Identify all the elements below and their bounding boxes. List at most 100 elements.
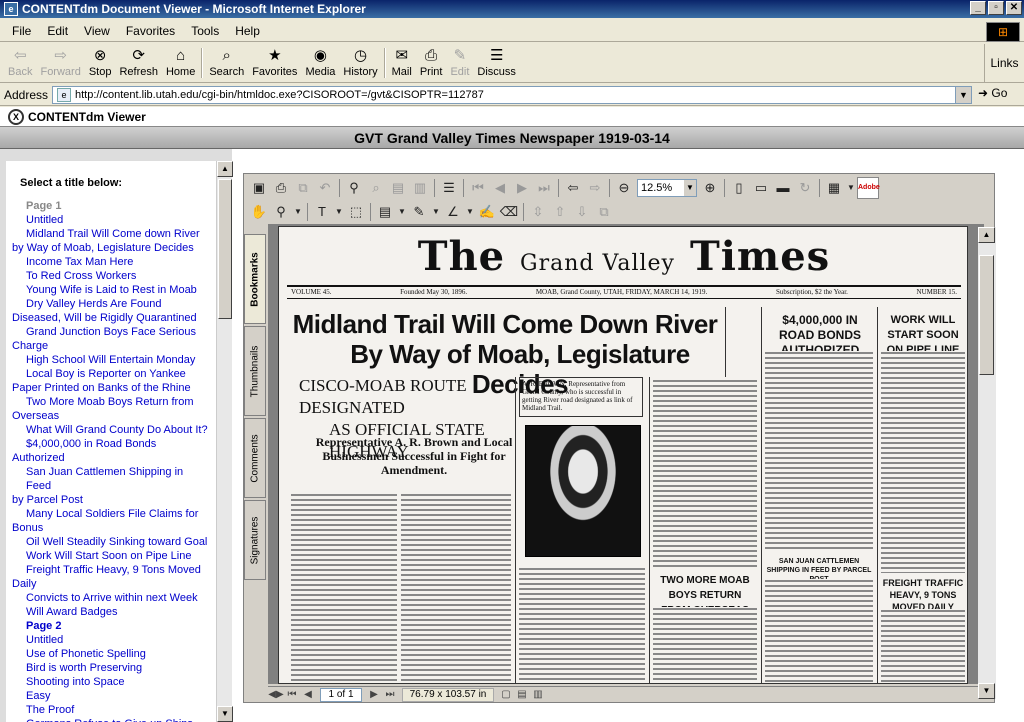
previous-page-icon[interactable]: ◀ [490, 178, 510, 198]
title-link[interactable]: Shooting into Space [12, 675, 210, 689]
scroll-left-icon[interactable]: ◀▶ [268, 689, 284, 700]
forward-button[interactable]: ⇨ Forward [36, 44, 84, 82]
page-layout-icon[interactable]: ⧉ [594, 202, 614, 222]
title-link[interactable]: Two More Moab Boys Return from [12, 395, 210, 409]
menu-tools[interactable]: Tools [183, 24, 227, 38]
highlight-tool-icon[interactable]: ∠ [443, 202, 463, 222]
prev-page-nav-icon[interactable]: ◀ [300, 689, 316, 700]
pages-icon[interactable]: ▥ [410, 178, 430, 198]
document-area[interactable]: The Grand Valley Times VOLUME 45. Founde… [268, 224, 984, 684]
resize-icon[interactable]: ⇳ [528, 202, 548, 222]
mail-button[interactable]: ✉ Mail [388, 44, 416, 82]
fit-width-icon[interactable]: ▬ [773, 178, 793, 198]
favorites-button[interactable]: ★ Favorites [248, 44, 301, 82]
single-page-icon[interactable]: ▢ [498, 689, 514, 700]
scroll-thumb[interactable] [979, 255, 994, 375]
actual-size-icon[interactable]: ▯ [729, 178, 749, 198]
title-link[interactable]: Germans Refuse to Give up Ships [12, 717, 210, 722]
note-dropdown-icon[interactable]: ▼ [397, 202, 407, 222]
title-link[interactable]: Local Boy is Reporter on Yankee [12, 367, 210, 381]
menu-favorites[interactable]: Favorites [118, 24, 183, 38]
copy-icon[interactable]: ⧉ [293, 178, 313, 198]
title-link[interactable]: Freight Traffic Heavy, 9 Tons Moved [12, 563, 210, 577]
text-select-dropdown-icon[interactable]: ▼ [334, 202, 344, 222]
title-link[interactable]: Many Local Soldiers File Claims for [12, 507, 210, 521]
zoom-tool-dropdown-icon[interactable]: ▼ [293, 202, 303, 222]
scroll-thumb[interactable] [218, 179, 232, 319]
menu-view[interactable]: View [76, 24, 118, 38]
viewer-scrollbar[interactable]: ▲ ▼ [978, 227, 996, 699]
media-button[interactable]: ◉ Media [301, 44, 339, 82]
stop-button[interactable]: ⊗ Stop [85, 44, 116, 82]
next-page-icon[interactable]: ▶ [512, 178, 532, 198]
fit-page-icon[interactable]: ▭ [751, 178, 771, 198]
pencil-tool-icon[interactable]: ✎ [409, 202, 429, 222]
scroll-down-icon[interactable]: ▼ [217, 706, 233, 722]
title-link[interactable]: Dry Valley Herds Are Found [12, 297, 210, 311]
menu-edit[interactable]: Edit [39, 24, 76, 38]
ebook-icon[interactable]: ▤ [388, 178, 408, 198]
discuss-button[interactable]: ☰ Discuss [473, 44, 520, 82]
scroll-up-icon[interactable]: ▲ [978, 227, 995, 243]
continuous-icon[interactable]: ▤ [514, 689, 530, 700]
address-input[interactable]: e http://content.lib.utah.edu/cgi-bin/ht… [52, 86, 972, 104]
pencil-dropdown-icon[interactable]: ▼ [431, 202, 441, 222]
next-view-icon[interactable]: ⇨ [585, 178, 605, 198]
more-tools-icon[interactable]: ▦ [824, 178, 844, 198]
links-button[interactable]: Links [984, 44, 1024, 82]
title-list-scrollbar[interactable]: ▲ ▼ [216, 161, 233, 722]
title-link[interactable]: San Juan Cattlemen Shipping in Feed [12, 465, 210, 493]
title-link[interactable]: Bird is worth Preserving [12, 661, 210, 675]
maximize-button[interactable]: ▫ [988, 1, 1004, 15]
title-link[interactable]: Midland Trail Will Come down River [12, 227, 210, 241]
more-tools-dropdown-icon[interactable]: ▼ [846, 178, 856, 198]
upload-icon[interactable]: ⇧ [550, 202, 570, 222]
zoom-in-icon[interactable]: ⊕ [700, 178, 720, 198]
menu-help[interactable]: Help [227, 24, 268, 38]
title-link[interactable]: by Way of Moab, Legislature Decides [12, 241, 210, 255]
page-number-field[interactable]: 1 of 1 [320, 687, 362, 702]
title-link[interactable]: Paper Printed on Banks of the Rhine [12, 381, 210, 395]
find-icon[interactable]: ⚲ [344, 178, 364, 198]
title-link[interactable]: Grand Junction Boys Face Serious [12, 325, 210, 339]
previous-view-icon[interactable]: ⇦ [563, 178, 583, 198]
adobe-logo[interactable]: Adobe [857, 177, 880, 199]
zoom-out-icon[interactable]: ⊖ [614, 178, 634, 198]
download-icon[interactable]: ⇩ [572, 202, 592, 222]
clear-icon[interactable]: ⌫ [499, 202, 519, 222]
next-page-nav-icon[interactable]: ▶ [366, 689, 382, 700]
search-doc-icon[interactable]: ⌕ [366, 178, 386, 198]
address-dropdown-icon[interactable]: ▼ [955, 87, 971, 103]
back-button[interactable]: ⇦ Back [4, 44, 36, 82]
sign-icon[interactable]: ✍ [477, 202, 497, 222]
page-2-label[interactable]: Page 2 [12, 619, 210, 633]
print-icon[interactable]: ⎙ [271, 178, 291, 198]
go-button[interactable]: ➜ Go [978, 86, 1007, 100]
title-link[interactable]: Easy [12, 689, 210, 703]
tab-signatures[interactable]: Signatures [244, 500, 266, 580]
title-link[interactable]: High School Will Entertain Monday [12, 353, 210, 367]
menu-file[interactable]: File [4, 24, 39, 38]
title-link[interactable]: Convicts to Arrive within next Week [12, 591, 210, 605]
note-tool-icon[interactable]: ▤ [375, 202, 395, 222]
hand-tool-icon[interactable]: ✋ [249, 202, 269, 222]
title-link[interactable]: What Will Grand County Do About It? [12, 423, 210, 437]
title-link[interactable]: Use of Phonetic Spelling [12, 647, 210, 661]
title-link[interactable]: To Red Cross Workers [12, 269, 210, 283]
graphics-select-icon[interactable]: ⬚ [346, 202, 366, 222]
last-page-nav-icon[interactable]: ⏭ [382, 689, 398, 700]
title-link[interactable]: $4,000,000 in Road Bonds [12, 437, 210, 451]
close-button[interactable]: ✕ [1006, 1, 1022, 15]
title-link[interactable]: Young Wife is Laid to Rest in Moab [12, 283, 210, 297]
title-link[interactable]: The Proof [12, 703, 210, 717]
highlight-dropdown-icon[interactable]: ▼ [465, 202, 475, 222]
title-link[interactable]: Authorized [12, 451, 210, 465]
zoom-select[interactable]: 12.5% ▼ [637, 179, 697, 197]
undo-icon[interactable]: ↶ [315, 178, 335, 198]
title-link[interactable]: Will Award Badges [12, 605, 210, 619]
rotate-icon[interactable]: ↻ [795, 178, 815, 198]
history-button[interactable]: ◷ History [339, 44, 381, 82]
title-link[interactable]: Overseas [12, 409, 210, 423]
title-link[interactable]: Untitled [12, 213, 210, 227]
title-link[interactable]: Charge [12, 339, 210, 353]
